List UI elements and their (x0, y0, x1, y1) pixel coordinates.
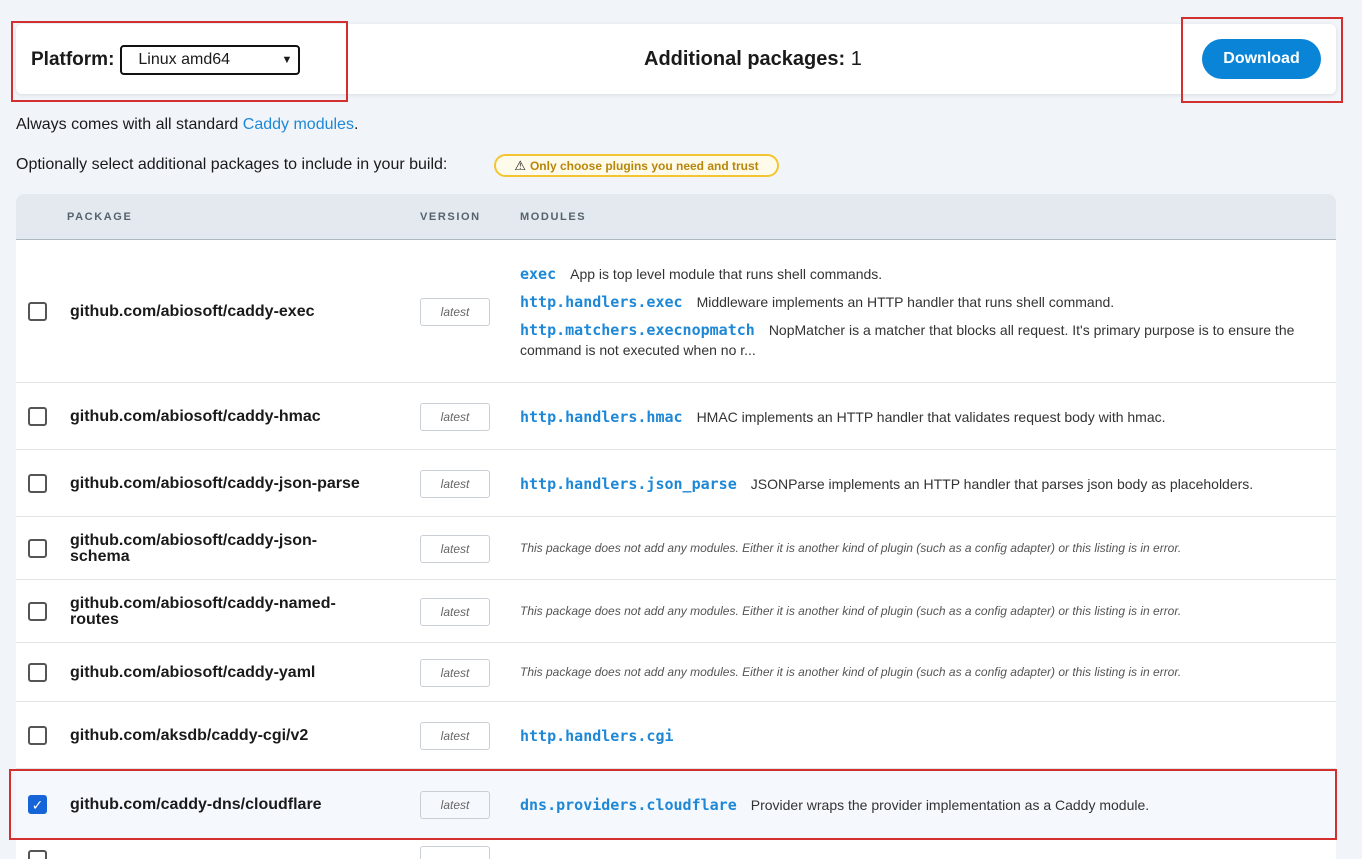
modules-cell: exec App is top level module that runs sh… (520, 264, 1310, 360)
package-checkbox[interactable] (28, 301, 47, 321)
modules-cell: http.handlers.hmac HMAC implements an HTT… (520, 407, 1310, 427)
module-entry: http.matchers.execnopmatch NopMatcher is … (520, 320, 1310, 360)
package-name: github.com/abiosoft/caddy-hmac (70, 407, 321, 425)
modules-cell: This package does not add any modules. E… (520, 665, 1310, 679)
table-body: github.com/abiosoft/caddy-exec latest exec… (16, 240, 1336, 859)
version-input[interactable]: latest (420, 721, 490, 750)
module-description: JSONParse implements an HTTP handler tha… (750, 475, 1254, 492)
version-input[interactable] (420, 846, 490, 859)
column-version: VERSION (420, 211, 481, 223)
optional-packages-note: Optionally select additional packages to… (16, 156, 448, 173)
package-name: github.com/abiosoft/caddy-exec (70, 302, 315, 320)
module-entry: http.handlers.exec Middleware implements … (520, 292, 1310, 312)
highlight-selected-row (9, 769, 1337, 840)
package-checkbox[interactable] (28, 662, 47, 682)
trust-warning-text: Only choose plugins you need and trust (529, 158, 759, 173)
module-link[interactable]: http.handlers.hmac (520, 408, 683, 426)
highlight-platform (11, 21, 348, 102)
standard-modules-note: Always comes with all standard Caddy mod… (16, 116, 358, 134)
no-modules-message: This package does not add any modules. E… (520, 603, 1182, 618)
note-text: Always comes with all standard (16, 116, 243, 133)
caddy-modules-link[interactable]: Caddy modules (243, 116, 354, 133)
module-link[interactable]: exec (520, 265, 556, 283)
modules-cell: This package does not add any modules. E… (520, 541, 1310, 555)
version-input[interactable]: latest (420, 469, 490, 498)
version-input[interactable]: latest (420, 402, 490, 431)
module-description: App is top level module that runs shell … (570, 265, 883, 282)
table-header: PACKAGE VERSION MODULES (16, 194, 1336, 240)
additional-packages-count: 1 (850, 48, 862, 70)
modules-cell: http.handlers.cgi (520, 726, 1310, 746)
module-link[interactable]: http.handlers.cgi (520, 727, 674, 745)
table-row: github.com/abiosoft/caddy-yaml latest This… (16, 643, 1336, 702)
version-input[interactable]: latest (420, 297, 490, 326)
warning-icon: ⚠ (514, 157, 526, 173)
package-checkbox[interactable] (28, 850, 47, 859)
module-description: Middleware implements an HTTP handler th… (696, 293, 1115, 310)
additional-packages-label: Additional packages: (644, 48, 846, 70)
package-name: github.com/abiosoft/caddy-yaml (70, 663, 316, 681)
package-name: github.com/aksdb/caddy-cgi/v2 (70, 726, 309, 744)
package-checkbox[interactable] (28, 473, 47, 493)
version-input[interactable]: latest (420, 658, 490, 687)
package-name: github.com/abiosoft/caddy-json-schema (70, 531, 318, 565)
modules-cell: http.handlers.json_parse JSONParse implem… (520, 474, 1310, 494)
trust-warning-badge: ⚠ Only choose plugins you need and trust (494, 154, 779, 177)
no-modules-message: This package does not add any modules. E… (520, 540, 1182, 555)
module-link[interactable]: http.matchers.execnopmatch (520, 321, 755, 339)
table-row: github.com/abiosoft/caddy-json-schema lat… (16, 517, 1336, 580)
highlight-download (1181, 17, 1343, 103)
version-input[interactable]: latest (420, 597, 490, 626)
module-entry: http.handlers.hmac HMAC implements an HTT… (520, 407, 1310, 427)
table-row: github.com/abiosoft/caddy-exec latest exec… (16, 240, 1336, 383)
module-link[interactable]: http.handlers.json_parse (520, 475, 737, 493)
table-row: github.com/abiosoft/caddy-hmac latest http… (16, 383, 1336, 450)
table-row (16, 840, 1336, 859)
packages-table: PACKAGE VERSION MODULES github.com/abios… (16, 194, 1336, 859)
table-row: github.com/aksdb/caddy-cgi/v2 latest http.… (16, 702, 1336, 769)
package-checkbox[interactable] (28, 601, 47, 621)
column-modules: MODULES (520, 211, 587, 223)
additional-packages: Additional packages: 1 (644, 48, 862, 71)
no-modules-message: This package does not add any modules. E… (520, 664, 1182, 679)
module-entry: http.handlers.cgi (520, 726, 1310, 746)
column-package: PACKAGE (67, 211, 133, 223)
package-checkbox[interactable] (28, 725, 47, 745)
version-input[interactable]: latest (420, 534, 490, 563)
modules-cell: This package does not add any modules. E… (520, 604, 1310, 618)
package-checkbox[interactable] (28, 538, 47, 558)
module-entry: http.handlers.json_parse JSONParse implem… (520, 474, 1310, 494)
package-checkbox[interactable] (28, 406, 47, 426)
module-description: HMAC implements an HTTP handler that val… (696, 408, 1166, 425)
table-row: github.com/abiosoft/caddy-json-parse late… (16, 450, 1336, 517)
note-suffix: . (353, 116, 359, 133)
package-name: github.com/abiosoft/caddy-json-parse (70, 474, 360, 492)
table-row: github.com/abiosoft/caddy-named-routes la… (16, 580, 1336, 643)
module-link[interactable]: http.handlers.exec (520, 293, 683, 311)
module-entry: exec App is top level module that runs sh… (520, 264, 1310, 284)
package-name: github.com/abiosoft/caddy-named-routes (70, 594, 336, 628)
